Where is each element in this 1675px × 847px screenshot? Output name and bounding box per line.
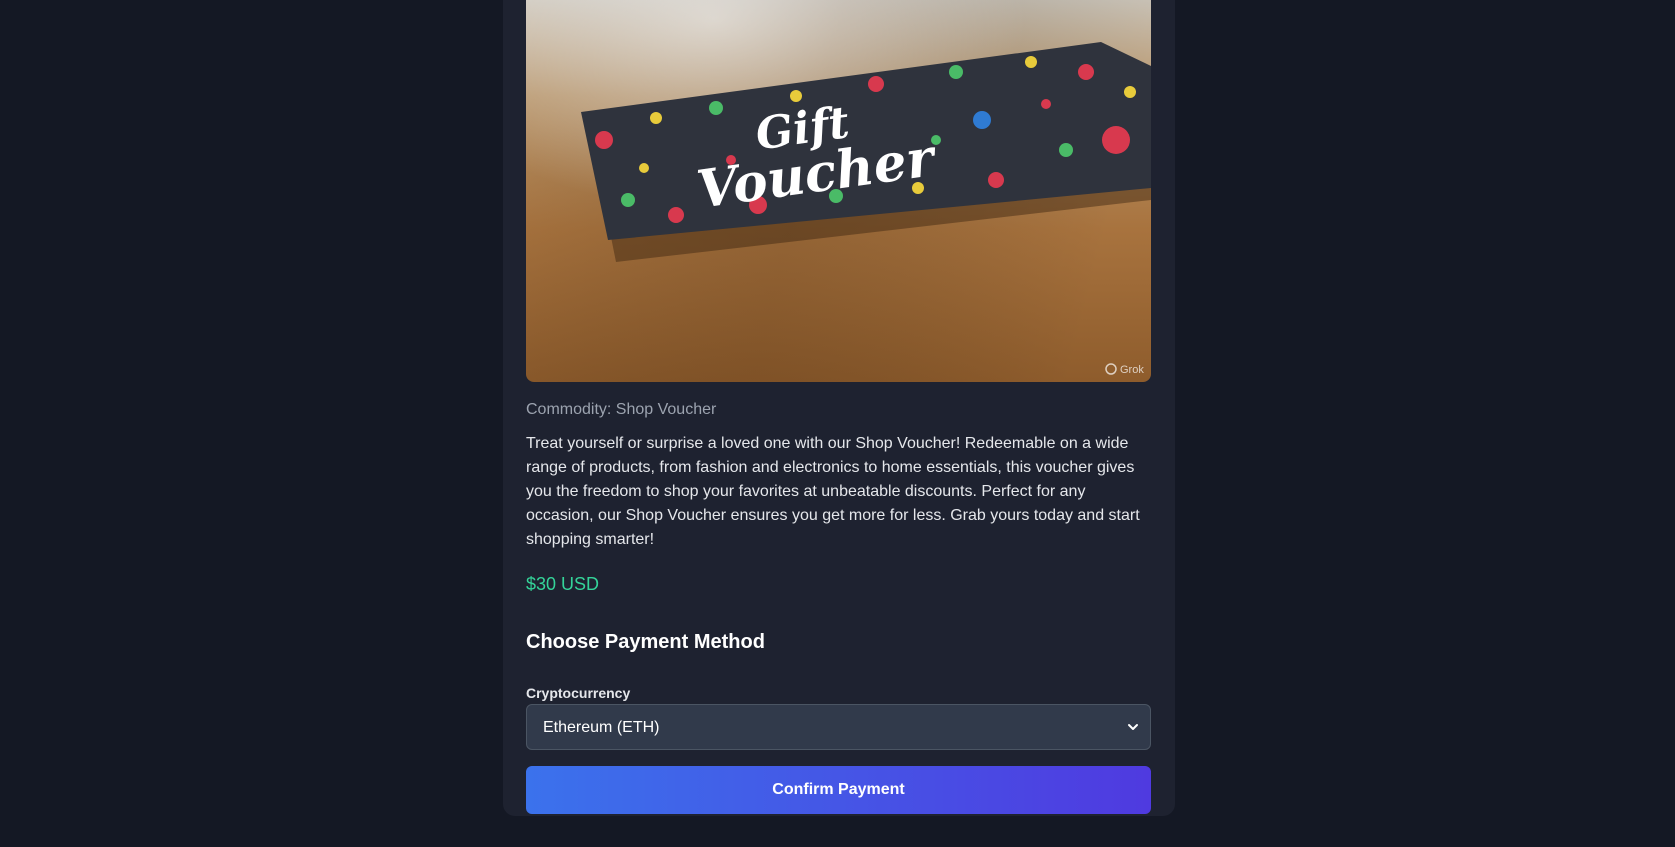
product-description: Treat yourself or surprise a loved one w…	[526, 435, 1140, 548]
cryptocurrency-select[interactable]: Ethereum (ETH)	[527, 705, 1150, 749]
product-image: Gift Voucher Grok	[526, 0, 1151, 382]
gift-voucher-photo: Gift Voucher Grok	[526, 0, 1151, 382]
product-price: $30 USD	[526, 574, 600, 594]
cryptocurrency-label: Cryptocurrency	[526, 685, 631, 701]
cryptocurrency-select-wrapper: Ethereum (ETH)	[526, 704, 1151, 750]
confirm-payment-button[interactable]: Confirm Payment	[526, 766, 1151, 814]
image-watermark: Grok	[1120, 364, 1144, 376]
product-details: Commodity: Shop Voucher Treat yourself o…	[526, 398, 1151, 814]
commodity-label: Commodity: Shop Voucher	[526, 401, 717, 418]
payment-method-heading: Choose Payment Method	[526, 631, 765, 653]
